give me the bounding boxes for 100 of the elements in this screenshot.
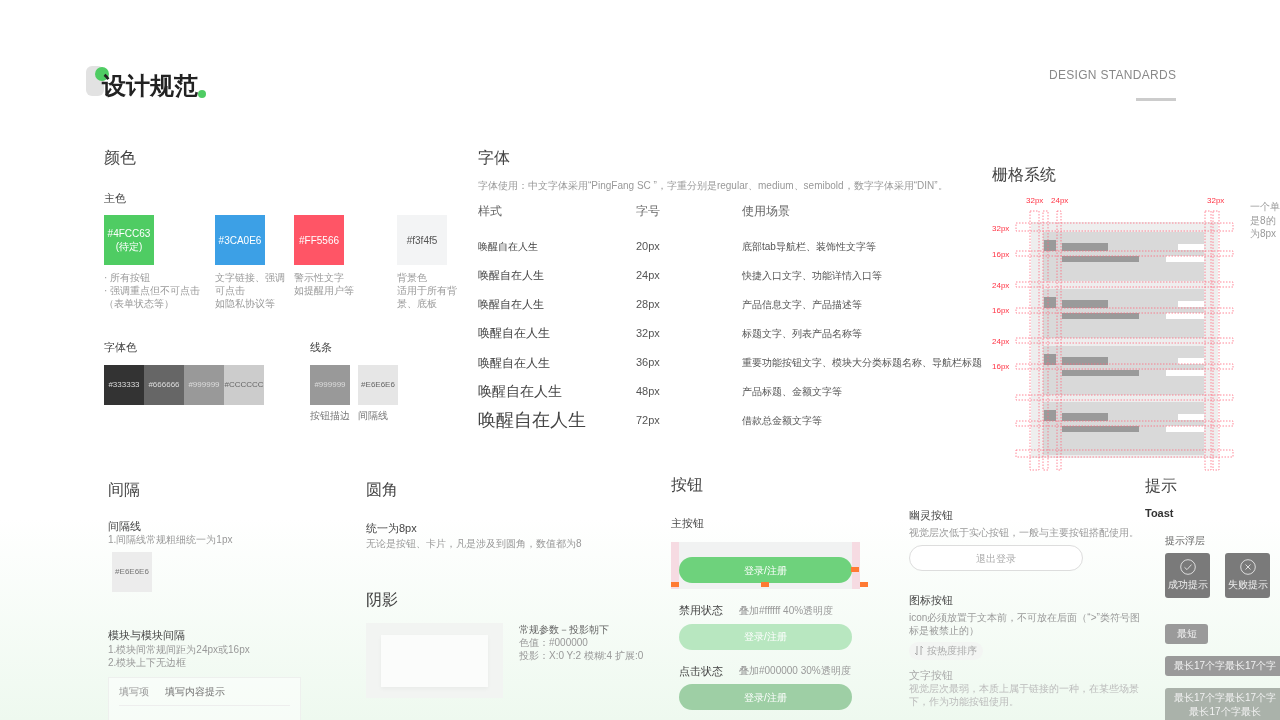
primary-button[interactable]: 登录/注册 (679, 557, 852, 584)
guide-label: 32px (1026, 196, 1044, 205)
type-size: 32px (636, 326, 661, 342)
swatch-caption: · 所有按钮 (104, 271, 152, 285)
group-label: 提示浮层 (1165, 533, 1206, 547)
swatch-caption: 间隔线 (358, 408, 389, 422)
pressed-button[interactable]: 登录/注册 (679, 684, 852, 711)
swatch-caption: 如提醒用户等 (294, 284, 355, 298)
group-label: 线条 (310, 340, 333, 355)
spacing-tag (851, 567, 859, 573)
section-title: 间隔 (108, 480, 141, 500)
swatch-label: #f3f4f5 (406, 234, 438, 247)
check-icon (1179, 558, 1196, 575)
color-swatch: #666666 (144, 364, 184, 405)
type-sample: 唤醒自在人生 (478, 240, 539, 255)
color-swatch: #E6E6E6 (358, 364, 398, 405)
section-title: 提示 (1145, 476, 1178, 496)
section-title: 栅格系统 (992, 165, 1056, 185)
state-label: 点击状态 (679, 663, 723, 679)
close-icon (1239, 558, 1256, 575)
field-label: 填写项 (119, 684, 149, 698)
input-field[interactable]: 填写内容提示 (165, 683, 265, 699)
type-sample: 唤醒自在人生 (478, 326, 551, 342)
state-note: 叠加#000000 30%透明度 (739, 664, 851, 678)
guide-label: 16px (992, 250, 1010, 259)
column-header: 使用场景 (742, 203, 791, 221)
note-text: 为8px (1250, 227, 1278, 241)
ghost-button[interactable]: 退出登录 (909, 545, 1083, 572)
swatch-caption: 按钮描边 (310, 408, 350, 422)
subsection-title: Toast (1145, 506, 1175, 522)
column-header: 样式 (478, 203, 503, 221)
type-size: 24px (636, 268, 661, 284)
type-size: 72px (636, 413, 661, 429)
guide-label: 24px (1051, 196, 1069, 205)
type-sample: 唤醒自在人生 (478, 409, 587, 433)
swatch-label: #3CA0E6 (218, 234, 262, 247)
guide-label: 32px (1207, 196, 1225, 205)
type-size: 36px (636, 355, 661, 371)
type-sample: 唤醒自在人生 (478, 382, 563, 402)
type-usage: 重要功能按钮文字、模块大分类标题名称、导航栏标题 (742, 356, 982, 371)
toast-text: 最长17个字最长17个字 (1172, 690, 1278, 705)
type-usage: 产品标题、金额文字等 (742, 385, 843, 400)
description-text: 2.模块上下无边框 (108, 655, 188, 669)
group-label: 模块与模块间隔 (108, 628, 186, 643)
spacing-tag (860, 582, 868, 588)
color-swatch: #CCCCCC (224, 364, 264, 405)
page-subtitle: DESIGN STANDARDS (1049, 67, 1177, 84)
swatch-caption: 背景色 (397, 271, 428, 285)
group-label: 间隔线 (108, 519, 142, 534)
type-usage: 借款总金额文字等 (742, 414, 823, 429)
color-swatch: #E6E6E6 (112, 552, 152, 593)
swatch-caption: 文字链接、强调可点击 (215, 271, 286, 298)
section-title: 按钮 (671, 475, 704, 495)
group-label: 主按钮 (671, 516, 705, 531)
type-size: 20px (636, 239, 661, 255)
guide-label: 16px (992, 362, 1010, 371)
underline-bar (1136, 98, 1177, 101)
group-label: 统一为8px (366, 521, 418, 536)
description-text: 1.模块间常规间距为24px或16px (108, 642, 251, 656)
state-note: 叠加#ffffff 40%透明度 (739, 604, 834, 618)
type-sample: 唤醒自在人生 (478, 354, 551, 372)
guide-label: 32px (992, 224, 1010, 233)
type-usage: 标题文字、列表产品名称等 (742, 327, 863, 342)
toast-text: 最短 (1175, 626, 1198, 641)
section-title: 颜色 (104, 148, 137, 168)
color-swatch: #333333 (104, 364, 144, 405)
spacing-tag (761, 582, 769, 588)
description-text: 无论是按钮、卡片，凡是涉及到圆角，数值都为8 (366, 537, 583, 551)
column-header: 字号 (636, 203, 661, 221)
section-title: 字体 (478, 148, 511, 168)
toast-text: 最长17个字最长17个字 (1172, 658, 1278, 673)
note-text: 是8的 (1250, 213, 1277, 227)
guide-label: 24px (992, 337, 1010, 346)
type-usage: 快捷入口文字、功能详情入口等 (742, 269, 883, 284)
guide-label: 16px (992, 306, 1010, 315)
sort-icon (915, 646, 923, 656)
icon-button[interactable]: 按热度排序 (909, 641, 983, 660)
page-title: 设计规范 (102, 74, 198, 98)
swatch-caption: 警示性文字 (294, 271, 345, 285)
type-usage: 底部tab导航栏、装饰性文字等 (742, 240, 877, 255)
swatch-label: #FF5566 (299, 234, 339, 247)
swatch-note: (待定) (115, 240, 143, 254)
description-text: icon必须放置于文本前，不可放在后面（“>”类符号图标是被禁止的） (909, 610, 1141, 637)
description-text: 常规参数－投影朝下 (519, 623, 610, 637)
type-usage: 产品信息文字、产品描述等 (742, 298, 863, 313)
swatch-caption: · 强调重点但不可点击（表单状态等） (104, 284, 202, 311)
type-size: 48px (636, 384, 661, 400)
section-description: 字体使用：中文字体采用“PingFang SC ”，字重分别是regular、medium、semibold，数字字体采用“DIN”。 (478, 179, 949, 193)
guide-label: 24px (992, 281, 1010, 290)
toast-text: 最长17个字最长 (1188, 704, 1262, 719)
toast-label: 失败提示 (1227, 577, 1268, 592)
section-title: 阴影 (366, 590, 399, 610)
group-label: 幽灵按钮 (909, 508, 954, 523)
group-label: 主色 (104, 191, 127, 206)
type-sample: 唤醒自在人生 (478, 297, 545, 313)
spacing-tag (671, 582, 679, 588)
toast-label: 成功提示 (1167, 577, 1208, 592)
group-label: 字体色 (104, 340, 138, 355)
swatch-caption: 如隐私协议等 (215, 297, 276, 311)
type-sample: 唤醒自在人生 (478, 267, 545, 283)
